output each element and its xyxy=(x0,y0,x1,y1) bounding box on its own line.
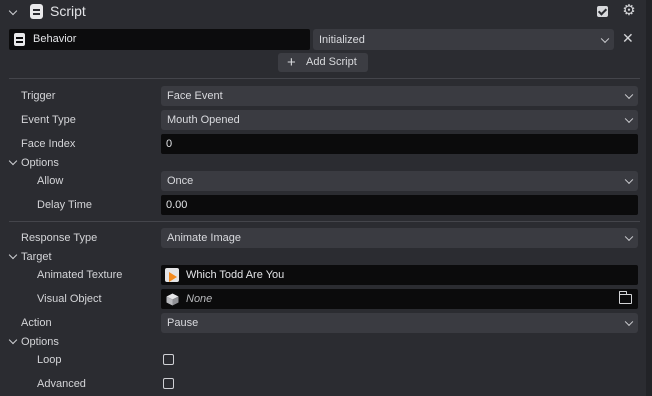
advanced-checkbox[interactable] xyxy=(163,378,174,389)
behavior-field-value: Behavior xyxy=(33,33,77,45)
action-dropdown[interactable]: Pause xyxy=(161,313,638,333)
behavior-field[interactable]: Behavior xyxy=(9,29,310,50)
face-index-label: Face Index xyxy=(21,138,76,150)
chevron-down-icon xyxy=(624,90,634,100)
add-script-button[interactable]: + Add Script xyxy=(278,53,368,72)
trigger-value: Face Event xyxy=(167,90,223,102)
collapse-chevron-icon[interactable] xyxy=(8,6,18,16)
visual-object-field[interactable]: None xyxy=(161,289,638,309)
response-type-label: Response Type xyxy=(21,232,98,244)
visual-object-label: Visual Object xyxy=(37,293,102,305)
allow-label: Allow xyxy=(37,175,64,187)
trigger-label: Trigger xyxy=(21,90,56,102)
gear-icon[interactable]: ⚙ xyxy=(622,3,636,18)
allow-dropdown[interactable]: Once xyxy=(161,171,638,191)
face-index-input[interactable]: 0 xyxy=(161,134,638,154)
action-label: Action xyxy=(21,317,52,329)
animated-texture-field[interactable]: Which Todd Are You xyxy=(161,265,638,285)
allow-value: Once xyxy=(167,175,194,187)
cube-icon xyxy=(166,293,179,306)
target-section-label[interactable]: Target xyxy=(21,251,52,263)
event-type-value: Mouth Opened xyxy=(167,114,240,126)
loop-checkbox[interactable] xyxy=(163,354,174,365)
delay-time-input[interactable]: 0.00 xyxy=(161,195,638,215)
animated-texture-label: Animated Texture xyxy=(37,269,123,281)
plus-icon: + xyxy=(287,54,296,71)
chevron-down-icon xyxy=(600,34,610,43)
event-type-dropdown[interactable]: Mouth Opened xyxy=(161,110,638,130)
texture-icon xyxy=(165,268,179,282)
chevron-down-icon xyxy=(624,232,634,242)
divider xyxy=(9,78,640,79)
event-type-label: Event Type xyxy=(21,114,76,126)
animated-texture-value: Which Todd Are You xyxy=(186,269,285,281)
delay-time-label: Delay Time xyxy=(37,199,93,211)
scrollbar-track[interactable] xyxy=(646,0,652,396)
response-type-value: Animate Image xyxy=(167,232,241,244)
advanced-label: Advanced xyxy=(37,378,86,390)
chevron-down-icon xyxy=(624,175,634,185)
trigger-dropdown[interactable]: Face Event xyxy=(161,86,638,106)
behavior-status-value: Initialized xyxy=(319,33,365,46)
enable-script-checkbox[interactable] xyxy=(597,6,608,17)
chevron-down-icon xyxy=(624,317,634,327)
loop-label: Loop xyxy=(37,354,62,366)
options-chevron-icon[interactable] xyxy=(8,335,18,345)
folder-icon[interactable] xyxy=(618,291,632,304)
delay-time-value: 0.00 xyxy=(166,199,188,211)
close-icon[interactable]: ✕ xyxy=(622,30,634,47)
script-icon xyxy=(30,4,43,19)
response-type-dropdown[interactable]: Animate Image xyxy=(161,228,638,248)
face-index-value: 0 xyxy=(166,138,173,150)
options-chevron-icon[interactable] xyxy=(8,156,18,166)
divider xyxy=(9,221,640,222)
options-section-label[interactable]: Options xyxy=(21,336,59,348)
add-script-label: Add Script xyxy=(306,56,357,68)
options-section-label[interactable]: Options xyxy=(21,157,59,169)
script-panel-header: Script ⚙ xyxy=(0,0,646,24)
chevron-down-icon xyxy=(624,114,634,124)
panel-title: Script xyxy=(50,3,86,19)
behavior-status-dropdown[interactable]: Initialized xyxy=(313,29,614,50)
behavior-script-icon xyxy=(14,33,25,46)
visual-object-value: None xyxy=(186,293,213,305)
target-chevron-icon[interactable] xyxy=(8,250,18,260)
action-value: Pause xyxy=(167,317,199,329)
